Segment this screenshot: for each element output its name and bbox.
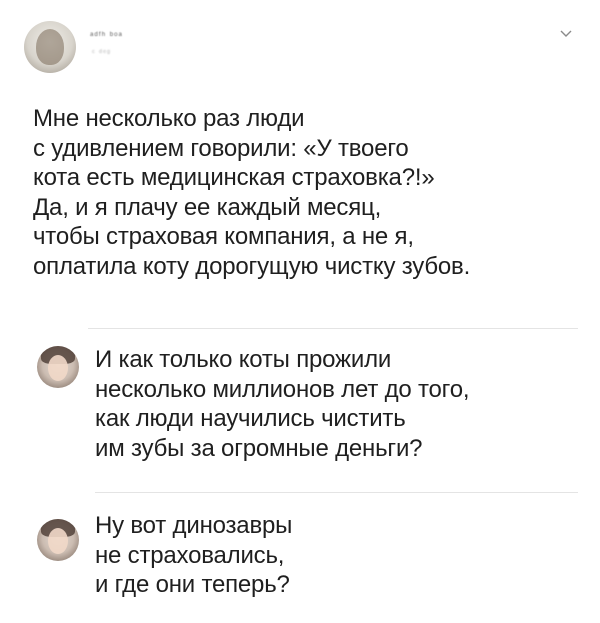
author-handle: ᶜ ᵈᵉᵍ — [92, 48, 112, 57]
divider — [88, 328, 578, 329]
post-line: с удивлением говорили: «У твоего — [33, 134, 409, 162]
reply-line: им зубы за огромные деньги? — [95, 434, 423, 462]
avatar[interactable] — [24, 21, 76, 73]
reply-line: не страховались, — [95, 541, 285, 569]
reply: И как только коты прожили несколько милл… — [0, 330, 600, 490]
reply-avatar[interactable] — [37, 519, 79, 561]
avatar-face — [36, 29, 64, 65]
avatar-face — [48, 528, 68, 554]
post-line: оплатила коту дорогущую чистку зубов. — [33, 252, 471, 280]
reply-line: и где они теперь? — [95, 571, 290, 598]
reply-line: Ну вот динозавры — [95, 512, 293, 539]
reply-line: несколько миллионов лет до того, — [95, 375, 470, 403]
chevron-down-icon[interactable] — [558, 26, 574, 42]
reply-line: как люди научились чистить — [95, 405, 406, 432]
author-name[interactable]: ᵃᵈᶠʰ ᵇᵒᵃ — [90, 30, 123, 40]
post-line: Да, и я плачу ее каждый месяц, — [33, 193, 382, 221]
reply-avatar[interactable] — [37, 346, 79, 388]
post-text: Мне несколько раз люди с удивлением гово… — [33, 104, 583, 281]
post-line: кота есть медицинская страховка?!» — [33, 164, 435, 191]
reply-text: Ну вот динозавры не страховались, и где … — [95, 511, 585, 600]
main-post: ᵃᵈᶠʰ ᵇᵒᵃ ᶜ ᵈᵉᵍ Мне несколько раз люди с … — [0, 0, 600, 330]
tweet-thread: ᵃᵈᶠʰ ᵇᵒᵃ ᶜ ᵈᵉᵍ Мне несколько раз люди с … — [0, 0, 600, 623]
reply-text: И как только коты прожили несколько милл… — [95, 345, 585, 463]
reply-line: И как только коты прожили — [95, 346, 392, 373]
reply: Ну вот динозавры не страховались, и где … — [0, 494, 600, 623]
post-line: Мне несколько раз люди — [33, 105, 305, 132]
divider — [95, 492, 578, 493]
avatar-face — [48, 355, 68, 381]
post-line: чтобы страховая компания, а не я, — [33, 223, 414, 250]
